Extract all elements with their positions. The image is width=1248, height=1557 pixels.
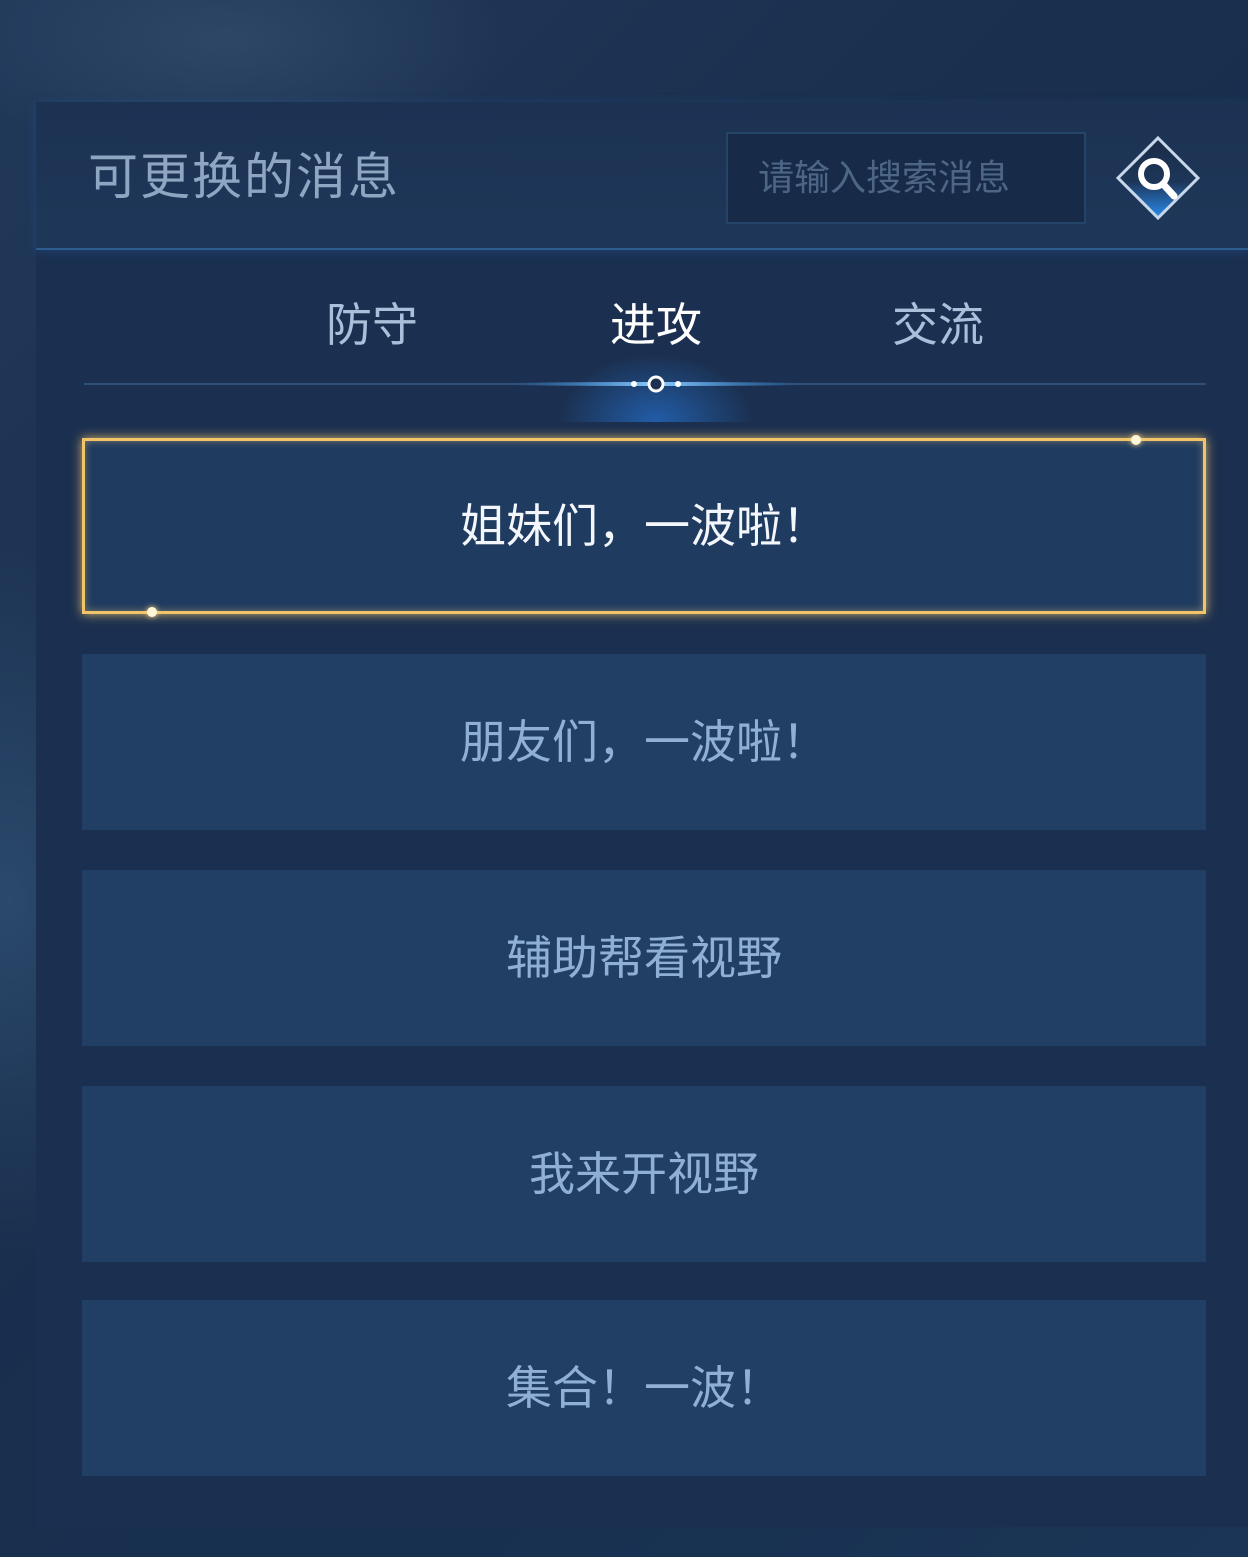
message-text: 姐妹们，一波啦！ <box>460 499 828 553</box>
panel-header: 可更换的消息 <box>36 102 1248 250</box>
search-input[interactable] <box>726 132 1086 224</box>
message-item[interactable]: 集合！一波！ <box>82 1300 1206 1476</box>
active-tab-indicator <box>516 375 796 393</box>
message-text: 辅助帮看视野 <box>506 931 782 985</box>
message-text: 我来开视野 <box>529 1147 759 1201</box>
message-item[interactable]: 朋友们，一波啦！ <box>82 654 1206 830</box>
message-item[interactable]: 我来开视野 <box>82 1086 1206 1262</box>
tab-communication[interactable]: 交流 <box>838 292 1038 372</box>
selection-corner-dot <box>147 607 157 617</box>
message-item[interactable]: 辅助帮看视野 <box>82 870 1206 1046</box>
search-button[interactable] <box>1114 134 1202 222</box>
tab-bar: 防守 进攻 交流 <box>36 292 1248 372</box>
selection-corner-dot <box>1131 435 1141 445</box>
tab-defense[interactable]: 防守 <box>272 292 472 372</box>
tab-attack[interactable]: 进攻 <box>556 292 756 372</box>
message-panel: 可更换的消息 防守 进攻 交流 <box>36 102 1248 1527</box>
search-icon <box>1115 135 1201 221</box>
message-text: 朋友们，一波啦！ <box>460 715 828 769</box>
message-text: 集合！一波！ <box>506 1361 782 1415</box>
panel-title: 可更换的消息 <box>88 148 400 206</box>
message-item-selected[interactable]: 姐妹们，一波啦！ <box>82 435 1206 617</box>
